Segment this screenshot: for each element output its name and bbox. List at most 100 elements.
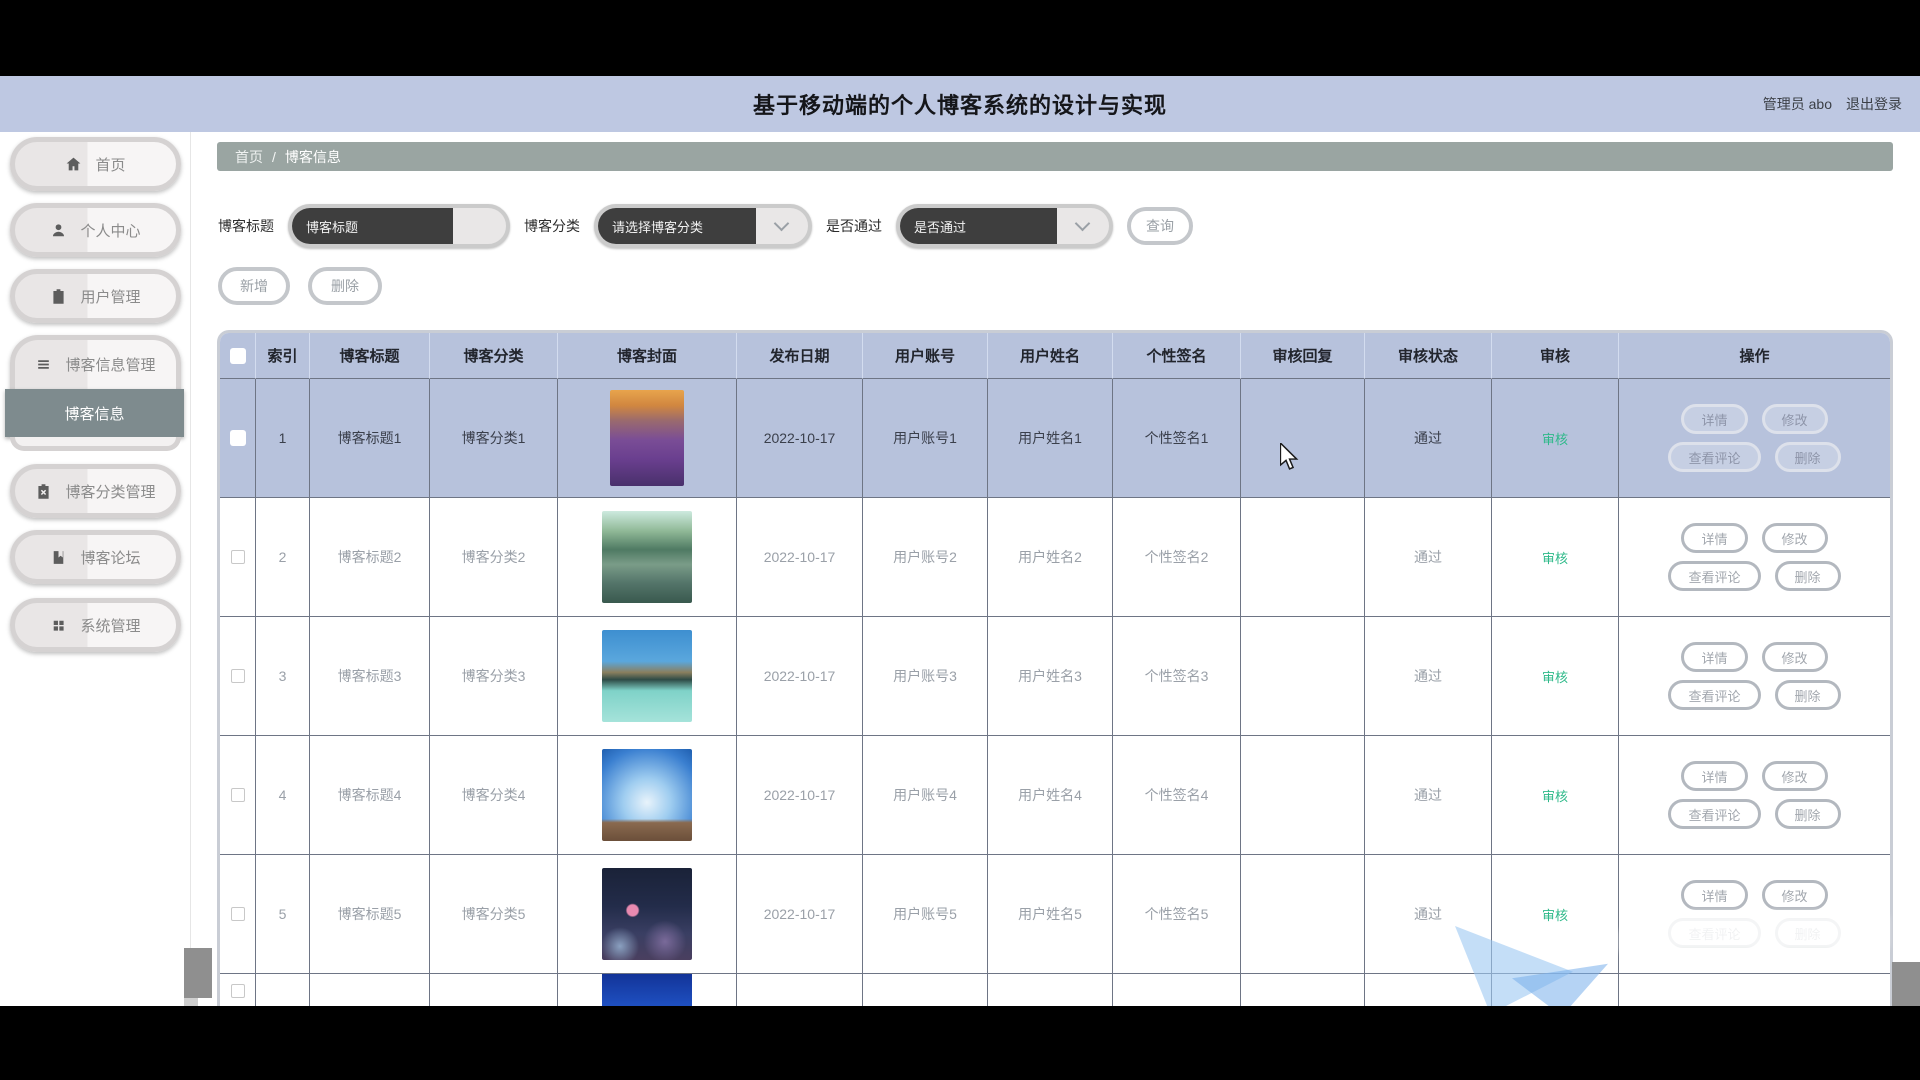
delete-row-button[interactable]: 删除	[1775, 442, 1841, 472]
edit-button[interactable]: 修改	[1762, 642, 1828, 672]
view-comments-button[interactable]: 查看评论	[1668, 561, 1760, 591]
row-checkbox[interactable]	[231, 669, 245, 683]
row-account: 用户账号4	[863, 736, 988, 855]
select-all-checkbox[interactable]	[231, 349, 245, 363]
row-index	[256, 974, 310, 1009]
sidebar-item-system-management[interactable]: 系统管理	[10, 598, 181, 652]
sidebar-item-label: 首页	[95, 154, 125, 175]
blog-title-input-value: 博客标题	[292, 208, 453, 244]
logout-link[interactable]: 退出登录	[1846, 94, 1902, 114]
row-cover-cell	[558, 617, 737, 736]
table-row[interactable]	[220, 974, 1890, 1009]
row-category: 博客分类3	[430, 617, 558, 736]
row-name: 用户姓名3	[988, 617, 1113, 736]
view-comments-button[interactable]: 查看评论	[1668, 918, 1760, 948]
column-header: 审核	[1492, 333, 1619, 379]
view-comments-button[interactable]: 查看评论	[1668, 799, 1760, 829]
row-checkbox[interactable]	[231, 550, 245, 564]
audit-link[interactable]: 审核	[1542, 429, 1568, 448]
row-audit-reply	[1241, 736, 1365, 855]
input-suffix	[453, 208, 507, 244]
delete-row-button[interactable]: 删除	[1775, 680, 1841, 710]
row-category: 博客分类4	[430, 736, 558, 855]
detail-button[interactable]: 详情	[1681, 523, 1747, 553]
row-index: 3	[256, 617, 310, 736]
row-account: 用户账号1	[863, 379, 988, 498]
pass-select[interactable]: 是否通过	[896, 204, 1113, 248]
add-button[interactable]: 新增	[218, 267, 290, 305]
row-actions	[1619, 974, 1890, 1009]
row-audit-cell: 审核	[1492, 617, 1619, 736]
row-account: 用户账号3	[863, 617, 988, 736]
delete-button[interactable]: 删除	[308, 267, 382, 305]
row-signature	[1113, 974, 1241, 1009]
row-signature: 个性签名3	[1113, 617, 1241, 736]
row-audit-reply	[1241, 498, 1365, 617]
audit-link[interactable]: 审核	[1542, 905, 1568, 924]
table-row[interactable]: 3 博客标题3 博客分类3 2022-10-17 用户账号3 用户姓名3 个性签…	[220, 617, 1890, 736]
detail-button[interactable]: 详情	[1681, 404, 1747, 434]
row-select-cell	[220, 617, 256, 736]
toolbar: 新增 删除	[218, 267, 382, 305]
detail-button[interactable]: 详情	[1681, 880, 1747, 910]
view-comments-button[interactable]: 查看评论	[1668, 442, 1760, 472]
table-row[interactable]: 5 博客标题5 博客分类5 2022-10-17 用户账号5 用户姓名5 个性签…	[220, 855, 1890, 974]
row-index: 4	[256, 736, 310, 855]
blog-category-select[interactable]: 请选择博客分类	[594, 204, 812, 248]
row-index: 2	[256, 498, 310, 617]
breadcrumb-current: 博客信息	[285, 147, 341, 167]
row-checkbox[interactable]	[231, 431, 245, 445]
action-row: 查看评论 删除	[1661, 799, 1847, 829]
sidebar-item-label: 系统管理	[80, 615, 140, 636]
row-select-cell	[220, 498, 256, 617]
table-row[interactable]: 2 博客标题2 博客分类2 2022-10-17 用户账号2 用户姓名2 个性签…	[220, 498, 1890, 617]
row-cover-cell	[558, 736, 737, 855]
view-comments-button[interactable]: 查看评论	[1668, 680, 1760, 710]
blog-title-input[interactable]: 博客标题	[288, 204, 510, 248]
row-checkbox[interactable]	[231, 984, 245, 998]
table-row[interactable]: 4 博客标题4 博客分类4 2022-10-17 用户账号4 用户姓名4 个性签…	[220, 736, 1890, 855]
row-index: 5	[256, 855, 310, 974]
row-name: 用户姓名4	[988, 736, 1113, 855]
row-audit-cell: 审核	[1492, 855, 1619, 974]
audit-link[interactable]: 审核	[1542, 548, 1568, 567]
sidebar-group-cap	[10, 437, 181, 451]
row-checkbox[interactable]	[231, 907, 245, 921]
edit-button[interactable]: 修改	[1762, 523, 1828, 553]
row-signature: 个性签名1	[1113, 379, 1241, 498]
sidebar-subitem-blog-info[interactable]: 博客信息	[5, 389, 184, 437]
sidebar-item-blog-forum[interactable]: 博客论坛	[10, 530, 181, 584]
edit-button[interactable]: 修改	[1762, 761, 1828, 791]
detail-button[interactable]: 详情	[1681, 642, 1747, 672]
sidebar-item-personal-center[interactable]: 个人中心	[10, 203, 181, 257]
edit-button[interactable]: 修改	[1762, 404, 1828, 434]
breadcrumb-separator: /	[272, 149, 276, 165]
delete-row-button[interactable]: 删除	[1775, 799, 1841, 829]
row-checkbox[interactable]	[231, 788, 245, 802]
audit-link[interactable]: 审核	[1542, 667, 1568, 686]
row-select-cell	[220, 855, 256, 974]
delete-row-button[interactable]: 删除	[1775, 561, 1841, 591]
app-header: 基于移动端的个人博客系统的设计与实现 管理员 abo 退出登录	[0, 76, 1920, 132]
sidebar-item-blog-category-management[interactable]: 博客分类管理	[10, 464, 181, 518]
sidebar-item-blog-info-management[interactable]: 博客信息管理	[10, 335, 181, 389]
row-name: 用户姓名1	[988, 379, 1113, 498]
row-category: 博客分类2	[430, 498, 558, 617]
column-header: 操作	[1619, 333, 1890, 379]
audit-link[interactable]: 审核	[1542, 786, 1568, 805]
blog-cover-image	[602, 749, 692, 841]
vertical-scrollbar-thumb[interactable]	[1892, 962, 1920, 1006]
sidebar-item-home[interactable]: 首页	[10, 137, 181, 191]
chevron-down-icon	[1075, 216, 1091, 232]
query-button[interactable]: 查询	[1127, 207, 1193, 245]
edit-button[interactable]: 修改	[1762, 880, 1828, 910]
detail-button[interactable]: 详情	[1681, 761, 1747, 791]
row-audit-cell	[1492, 974, 1619, 1009]
vertical-scrollbar-thumb[interactable]	[184, 948, 212, 998]
delete-row-button[interactable]: 删除	[1775, 918, 1841, 948]
pass-select-value: 是否通过	[900, 208, 1057, 244]
row-audit-status: 通过	[1365, 498, 1492, 617]
table-row[interactable]: 1 博客标题1 博客分类1 2022-10-17 用户账号1 用户姓名1 个性签…	[220, 379, 1890, 498]
sidebar-item-user-management[interactable]: 用户管理	[10, 269, 181, 323]
breadcrumb-home-link[interactable]: 首页	[235, 147, 263, 167]
